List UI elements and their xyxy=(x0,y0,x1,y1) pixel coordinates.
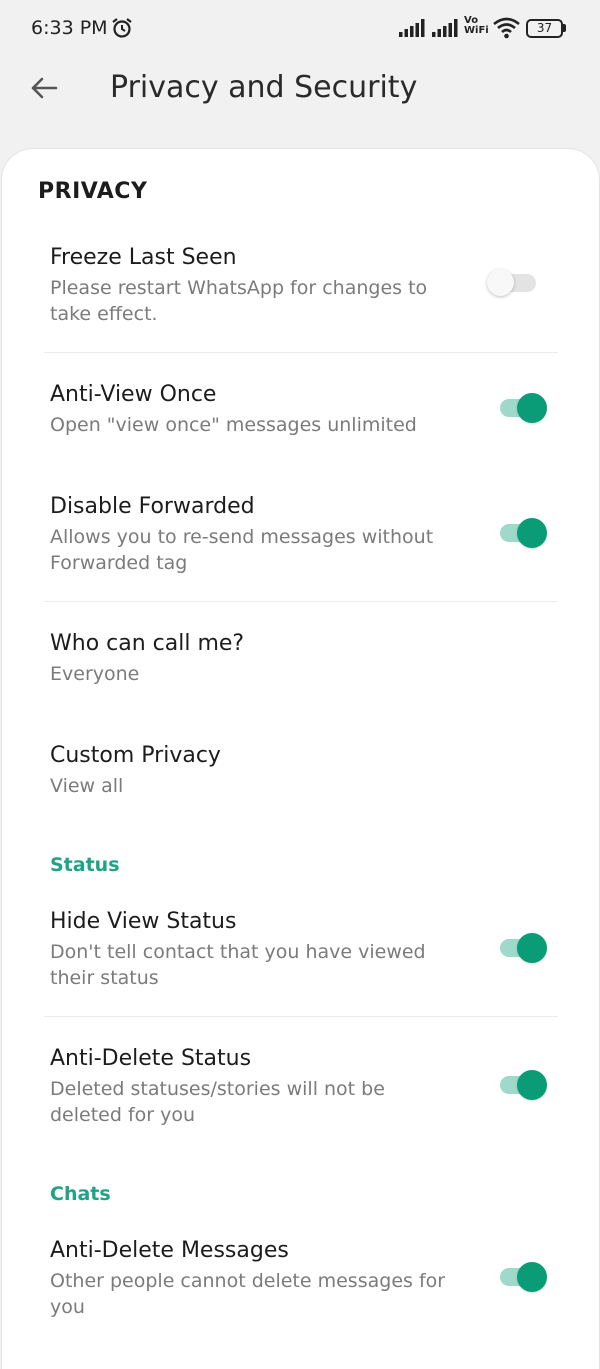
setting-disable-forwarded[interactable]: Disable Forwarded Allows you to re-send … xyxy=(2,494,599,584)
freeze-last-seen-toggle[interactable] xyxy=(487,266,548,300)
section-header-status: Status xyxy=(50,854,120,876)
toolbar: Privacy and Security xyxy=(0,58,600,128)
setting-who-can-call[interactable]: Who can call me? Everyone xyxy=(2,631,599,691)
back-button[interactable] xyxy=(22,68,66,112)
setting-subtitle: View all xyxy=(50,775,124,797)
cell-signal-2-icon xyxy=(432,19,460,37)
setting-title: Custom Privacy xyxy=(50,743,221,768)
setting-anti-view-once[interactable]: Anti-View Once Open "view once" messages… xyxy=(2,382,599,442)
vowifi-line2: WiFi xyxy=(464,25,489,36)
battery-level: 37 xyxy=(526,19,563,38)
page-title: Privacy and Security xyxy=(110,70,418,105)
divider xyxy=(44,352,558,353)
setting-title: Freeze Last Seen xyxy=(50,245,237,270)
arrow-left-icon xyxy=(30,76,58,104)
status-time: 6:33 PM xyxy=(31,17,108,39)
setting-title: Who can call me? xyxy=(50,631,245,656)
anti-delete-status-toggle[interactable] xyxy=(498,1068,548,1102)
setting-title: Anti-Delete Messages xyxy=(50,1238,289,1263)
setting-title: Anti-Delete Status xyxy=(50,1046,252,1071)
setting-subtitle: Open "view once" messages unlimited xyxy=(50,414,417,436)
anti-view-once-toggle[interactable] xyxy=(498,391,548,425)
cell-signal-icon xyxy=(399,19,427,37)
setting-title: Anti-View Once xyxy=(50,382,217,407)
setting-anti-delete-status[interactable]: Anti-Delete Status Deleted statuses/stor… xyxy=(2,1046,599,1136)
divider xyxy=(44,601,558,602)
setting-custom-privacy[interactable]: Custom Privacy View all xyxy=(2,743,599,803)
hide-view-status-toggle[interactable] xyxy=(498,931,548,965)
setting-subtitle: Allows you to re-send messages without F… xyxy=(50,526,434,574)
setting-title: Hide View Status xyxy=(50,909,237,934)
setting-subtitle: Don't tell contact that you have viewed … xyxy=(50,941,426,989)
setting-subtitle: Please restart WhatsApp for changes to t… xyxy=(50,277,428,325)
setting-subtitle: Other people cannot delete messages for … xyxy=(50,1270,446,1318)
battery-icon: 37 xyxy=(526,19,566,38)
section-header-chats: Chats xyxy=(50,1183,111,1205)
disable-forwarded-toggle[interactable] xyxy=(498,516,548,550)
vowifi-icon: Vo WiFi xyxy=(464,16,490,40)
status-bar: 6:33 PM Vo WiFi 37 xyxy=(0,0,600,58)
wifi-icon xyxy=(493,17,520,39)
alarm-clock-icon xyxy=(111,17,133,39)
setting-anti-delete-messages[interactable]: Anti-Delete Messages Other people cannot… xyxy=(2,1238,599,1328)
divider xyxy=(44,1016,558,1017)
settings-card: PRIVACY Freeze Last Seen Please restart … xyxy=(1,148,600,1369)
setting-freeze-last-seen[interactable]: Freeze Last Seen Please restart WhatsApp… xyxy=(2,245,599,335)
setting-title: Disable Forwarded xyxy=(50,494,255,519)
setting-subtitle: Deleted statuses/stories will not be del… xyxy=(50,1078,385,1126)
setting-hide-view-status[interactable]: Hide View Status Don't tell contact that… xyxy=(2,909,599,999)
setting-subtitle: Everyone xyxy=(50,663,140,685)
section-header-privacy: PRIVACY xyxy=(38,179,148,204)
anti-delete-messages-toggle[interactable] xyxy=(498,1260,548,1294)
